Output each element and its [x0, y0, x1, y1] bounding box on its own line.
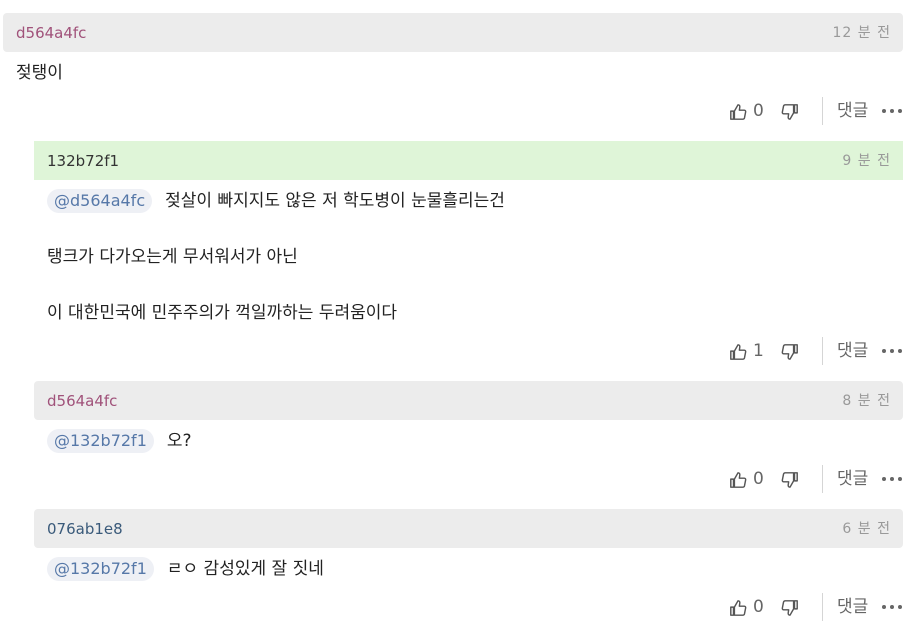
- mention-tag[interactable]: @d564a4fc: [47, 189, 153, 213]
- more-dots-icon[interactable]: [882, 477, 903, 482]
- comment-header: d564a4fc 8 분 전: [34, 381, 903, 420]
- comment-body: 젖탱이: [16, 61, 903, 89]
- comment-actions: 0 댓글: [703, 97, 903, 127]
- comment-author[interactable]: d564a4fc: [16, 24, 86, 42]
- divider: [822, 97, 823, 125]
- thumbs-down-icon[interactable]: [781, 103, 799, 121]
- comment-text-line: @d564a4fc 젖살이 빠지지도 않은 저 학도병이 눈물흘리는건: [47, 189, 505, 213]
- comment-actions: 1 댓글: [703, 337, 903, 367]
- comment-author[interactable]: 076ab1e8: [47, 520, 123, 538]
- comment-time: 6 분 전: [842, 521, 891, 537]
- thumbs-up-icon[interactable]: [729, 599, 747, 617]
- divider: [822, 593, 823, 621]
- comment-header: d564a4fc 12 분 전: [3, 13, 903, 52]
- thumbs-up-icon[interactable]: [729, 471, 747, 489]
- like-count: 0: [753, 597, 764, 617]
- comment-text: 오?: [166, 431, 192, 451]
- thumbs-down-icon[interactable]: [781, 471, 799, 489]
- comment-time: 8 분 전: [842, 393, 891, 409]
- comment-text: ㄹㅇ 감성있게 잘 짓네: [166, 559, 324, 579]
- like-count: 0: [753, 469, 764, 489]
- comment-author[interactable]: d564a4fc: [47, 392, 117, 410]
- thumbs-up-icon[interactable]: [729, 343, 747, 361]
- thumbs-down-icon[interactable]: [781, 599, 799, 617]
- comment-time: 9 분 전: [842, 153, 891, 169]
- comment-text: 젖살이 빠지지도 않은 저 학도병이 눈물흘리는건: [165, 191, 505, 211]
- comment-actions: 0 댓글: [703, 465, 903, 495]
- mention-tag[interactable]: @132b72f1: [47, 557, 154, 581]
- reply-button[interactable]: 댓글: [837, 339, 868, 363]
- comment-text: 젖탱이: [16, 63, 63, 83]
- comment-body: @132b72f1 ㄹㅇ 감성있게 잘 짓네: [47, 557, 903, 585]
- more-dots-icon[interactable]: [882, 605, 903, 610]
- divider: [822, 337, 823, 365]
- thumbs-down-icon[interactable]: [781, 343, 799, 361]
- reply-comment: d564a4fc 8 분 전 @132b72f1 오? 0 댓글: [34, 381, 903, 501]
- reply-button[interactable]: 댓글: [837, 467, 868, 491]
- comment-body: @d564a4fc 젖살이 빠지지도 않은 저 학도병이 눈물흘리는건 탱크가 다…: [47, 189, 903, 329]
- divider: [822, 465, 823, 493]
- thumbs-up-icon[interactable]: [729, 103, 747, 121]
- comment-text-line: @132b72f1 ㄹㅇ 감성있게 잘 짓네: [47, 557, 324, 581]
- comment-actions: 0 댓글: [703, 593, 903, 623]
- comment-text-line: @132b72f1 오?: [47, 429, 192, 453]
- reply-comment: 132b72f1 9 분 전 @d564a4fc 젖살이 빠지지도 않은 저 학도…: [34, 141, 903, 373]
- comment: d564a4fc 12 분 전 젖탱이 0 댓글: [3, 13, 903, 133]
- reply-button[interactable]: 댓글: [837, 99, 868, 123]
- like-count: 0: [753, 101, 764, 121]
- comment-time: 12 분 전: [832, 25, 891, 41]
- comment-text: 이 대한민국에 민주주의가 꺽일까하는 두려움이다: [47, 303, 398, 323]
- comment-header: 076ab1e8 6 분 전: [34, 509, 903, 548]
- comment-body: @132b72f1 오?: [47, 429, 903, 457]
- reply-comment: 076ab1e8 6 분 전 @132b72f1 ㄹㅇ 감성있게 잘 짓네 0 댓…: [34, 509, 903, 624]
- comment-text: 탱크가 다가오는게 무서워서가 아닌: [47, 247, 298, 267]
- comment-header: 132b72f1 9 분 전: [34, 141, 903, 180]
- mention-tag[interactable]: @132b72f1: [47, 429, 154, 453]
- more-dots-icon[interactable]: [882, 109, 903, 114]
- comment-author[interactable]: 132b72f1: [47, 152, 119, 170]
- more-dots-icon[interactable]: [882, 349, 903, 354]
- reply-button[interactable]: 댓글: [837, 595, 868, 619]
- like-count: 1: [753, 341, 764, 361]
